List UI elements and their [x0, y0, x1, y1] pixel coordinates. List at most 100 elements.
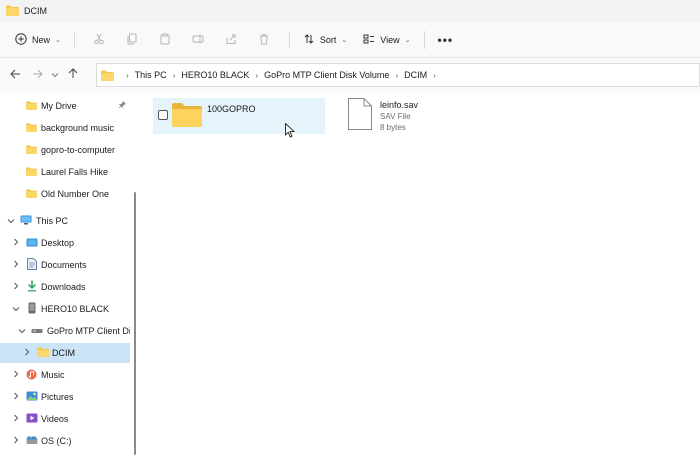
plus-circle-icon — [15, 32, 27, 47]
copy-button[interactable] — [116, 27, 149, 53]
chevron-down-icon[interactable] — [18, 327, 26, 336]
sidebar-item-pictures[interactable]: Pictures — [0, 387, 130, 407]
breadcrumb-separator-icon: › — [126, 70, 129, 80]
chevron-right-icon[interactable] — [13, 370, 19, 380]
item-name: 100GOPRO — [207, 104, 256, 114]
sidebar-item-label: Pictures — [41, 392, 74, 402]
new-button[interactable]: New ⌄ — [10, 27, 66, 53]
arrow-up-icon — [68, 68, 78, 82]
view-button-label: View — [380, 34, 400, 45]
drive-icon — [31, 326, 43, 336]
folder-item-100gopro[interactable]: 100GOPRO — [153, 98, 325, 138]
chevron-right-icon[interactable] — [13, 282, 19, 292]
sidebar-item-videos[interactable]: Videos — [0, 409, 130, 429]
sidebar-item-label: Old Number One — [41, 189, 110, 199]
window-title: DCIM — [24, 6, 47, 16]
toolbar-divider — [73, 30, 75, 49]
chevron-right-icon[interactable] — [13, 392, 19, 402]
view-button[interactable]: View ⌄ — [358, 27, 415, 53]
up-button[interactable] — [62, 64, 84, 86]
paste-icon — [159, 33, 171, 47]
sort-button-label: Sort — [319, 34, 337, 45]
share-button[interactable] — [215, 27, 248, 53]
chevron-right-icon[interactable] — [24, 348, 30, 358]
breadcrumb-this-pc[interactable]: This PC — [135, 70, 167, 80]
sidebar-scrollbar[interactable] — [134, 192, 136, 455]
breadcrumb-hero10-black[interactable]: HERO10 BLACK — [181, 70, 249, 80]
sidebar-item-label: GoPro MTP Client Disk — [47, 326, 130, 336]
new-button-label: New — [32, 34, 51, 45]
sidebar-item-label: HERO10 BLACK — [41, 304, 110, 314]
pin-icon — [118, 100, 127, 111]
desktop-icon — [26, 238, 38, 249]
breadcrumb-separator-icon: › — [433, 70, 436, 80]
chevron-right-icon[interactable] — [13, 414, 19, 424]
sidebar-item-label: DCIM — [52, 348, 75, 358]
sidebar-item-documents[interactable]: Documents — [0, 255, 130, 275]
pc-icon — [20, 215, 32, 227]
toolbar-divider — [423, 30, 425, 49]
copy-icon — [126, 33, 138, 47]
sidebar-item-label: gopro-to-computer — [41, 145, 116, 155]
sidebar-item-label: Videos — [41, 414, 69, 424]
breadcrumb-dcim[interactable]: DCIM — [404, 70, 427, 80]
sidebar-item-desktop[interactable]: Desktop — [0, 233, 130, 253]
sidebar-item-gopro-to-computer[interactable]: gopro-to-computer — [0, 140, 130, 160]
sidebar-item-music[interactable]: Music — [0, 365, 130, 385]
back-button[interactable] — [4, 64, 26, 86]
sidebar-item-hero10-black[interactable]: HERO10 BLACK — [0, 299, 130, 319]
sidebar-item-this-pc[interactable]: This PC — [0, 211, 130, 231]
sidebar-item-os-c[interactable]: OS (C:) — [0, 431, 130, 451]
breadcrumb-gopro-volume[interactable]: GoPro MTP Client Disk Volume — [264, 70, 389, 80]
sidebar-item-label: Documents — [41, 260, 87, 270]
sidebar-item-background-music[interactable]: background music — [0, 118, 130, 138]
forward-button[interactable] — [26, 64, 48, 86]
rename-icon — [192, 33, 204, 47]
rename-button[interactable] — [182, 27, 215, 53]
sidebar-item-old-number-one[interactable]: Old Number One — [0, 184, 130, 204]
downloads-icon — [27, 280, 37, 294]
sidebar-item-label: Desktop — [41, 238, 75, 248]
address-bar[interactable]: › This PC › HERO10 BLACK › GoPro MTP Cli… — [96, 63, 700, 87]
folder-icon — [26, 166, 37, 178]
title-bar: DCIM — [0, 0, 700, 22]
chevron-down-icon: ⌄ — [404, 36, 411, 44]
more-icon: ••• — [437, 32, 454, 47]
navigation-pane: My Drive background music gopro-to-compu… — [0, 92, 138, 455]
breadcrumb-separator-icon: › — [172, 70, 176, 80]
sidebar-item-laurel-falls-hike[interactable]: Laurel Falls Hike — [0, 162, 130, 182]
folder-icon — [101, 70, 114, 81]
pictures-icon — [26, 391, 38, 403]
arrow-right-icon — [32, 69, 43, 82]
sidebar-item-label: Downloads — [41, 282, 86, 292]
chevron-down-icon: ⌄ — [341, 36, 348, 44]
paste-button[interactable] — [149, 27, 182, 53]
documents-icon — [27, 258, 37, 272]
chevron-right-icon[interactable] — [13, 436, 19, 446]
sidebar-item-gopro-mtp-client-disk[interactable]: GoPro MTP Client Disk — [0, 321, 130, 341]
sidebar-item-downloads[interactable]: Downloads — [0, 277, 130, 297]
chevron-right-icon[interactable] — [13, 260, 19, 270]
cut-button[interactable] — [83, 27, 116, 53]
chevron-down-icon: ⌄ — [55, 36, 61, 44]
delete-button[interactable] — [248, 27, 281, 53]
folder-icon — [26, 122, 37, 134]
view-icon — [363, 33, 375, 47]
chevron-down-icon[interactable] — [7, 217, 15, 226]
folder-icon — [26, 188, 37, 200]
sidebar-item-dcim[interactable]: DCIM — [0, 343, 130, 363]
chevron-right-icon[interactable] — [13, 238, 19, 248]
chevron-down-icon[interactable] — [12, 305, 20, 314]
videos-icon — [26, 413, 38, 425]
sidebar-item-my-drive[interactable]: My Drive — [0, 96, 130, 116]
toolbar-divider — [288, 30, 290, 49]
item-name: leinfo.sav — [380, 100, 419, 110]
more-options-button[interactable]: ••• — [433, 27, 459, 53]
file-item-leinfo-sav[interactable]: leinfo.sav SAV File 8 bytes — [343, 96, 483, 138]
sort-icon — [303, 33, 315, 47]
item-checkbox[interactable] — [158, 110, 168, 120]
recent-locations-button[interactable] — [48, 64, 62, 86]
folder-icon — [26, 144, 37, 156]
sidebar-item-label: background music — [41, 123, 115, 133]
sort-button[interactable]: Sort ⌄ — [298, 27, 352, 53]
